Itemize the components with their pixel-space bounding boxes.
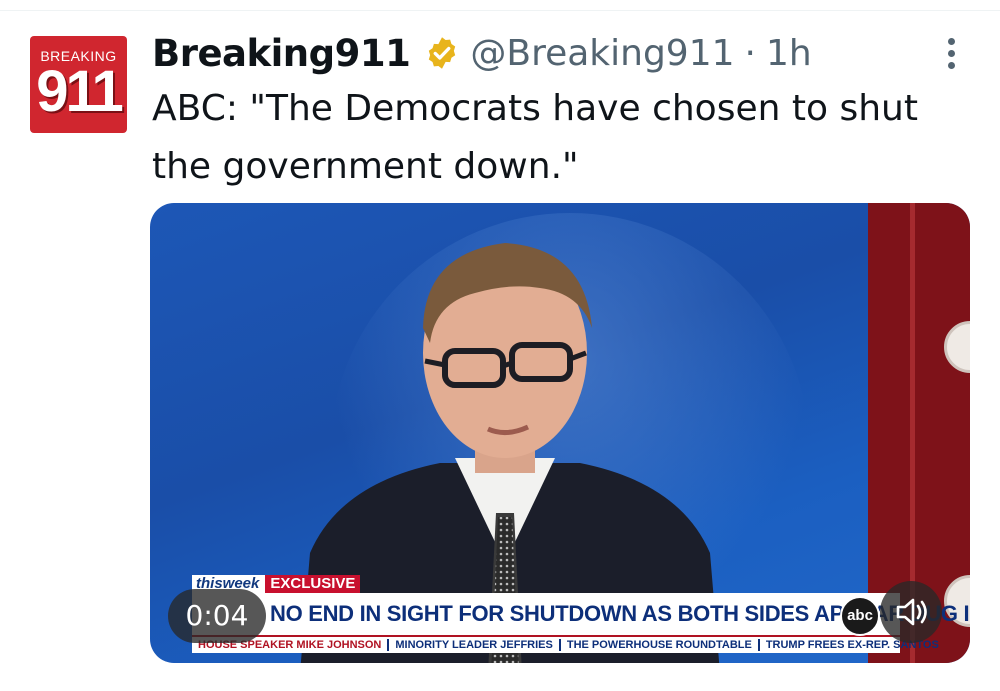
display-name[interactable]: Breaking911 xyxy=(152,32,411,75)
avatar[interactable]: BREAKING 911 xyxy=(30,36,127,133)
chyron-headline: NO END IN SIGHT FOR SHUTDOWN AS BOTH SID… xyxy=(192,593,970,635)
speaker-icon xyxy=(896,598,927,626)
handle[interactable]: @Breaking911 xyxy=(470,33,734,74)
exclusive-tag: EXCLUSIVE xyxy=(265,575,361,593)
chyron-ticker: HOUSE SPEAKER MIKE JOHNSON MINORITY LEAD… xyxy=(192,635,939,653)
verified-badge-icon[interactable] xyxy=(424,35,460,71)
ticker-item: MINORITY LEADER JEFFRIES xyxy=(389,639,561,651)
avatar-number: 911 xyxy=(36,59,124,124)
video-player[interactable]: thisweek EXCLUSIVE NO END IN SIGHT FOR S… xyxy=(150,203,970,663)
set-logo-icon xyxy=(944,321,970,373)
ticker-item: THE POWERHOUSE ROUNDTABLE xyxy=(561,639,760,651)
video-timestamp: 0:04 xyxy=(168,589,266,643)
tweet-header: Breaking911 @Breaking911 · 1h xyxy=(152,28,812,78)
mute-button[interactable] xyxy=(880,581,942,643)
more-options-icon[interactable] xyxy=(943,38,959,72)
separator: · xyxy=(744,32,756,74)
top-divider xyxy=(0,10,1000,11)
network-logo: abc xyxy=(840,596,880,636)
timestamp[interactable]: 1h xyxy=(766,33,812,74)
tweet-text: ABC: "The Democrats have chosen to shut … xyxy=(152,88,918,187)
